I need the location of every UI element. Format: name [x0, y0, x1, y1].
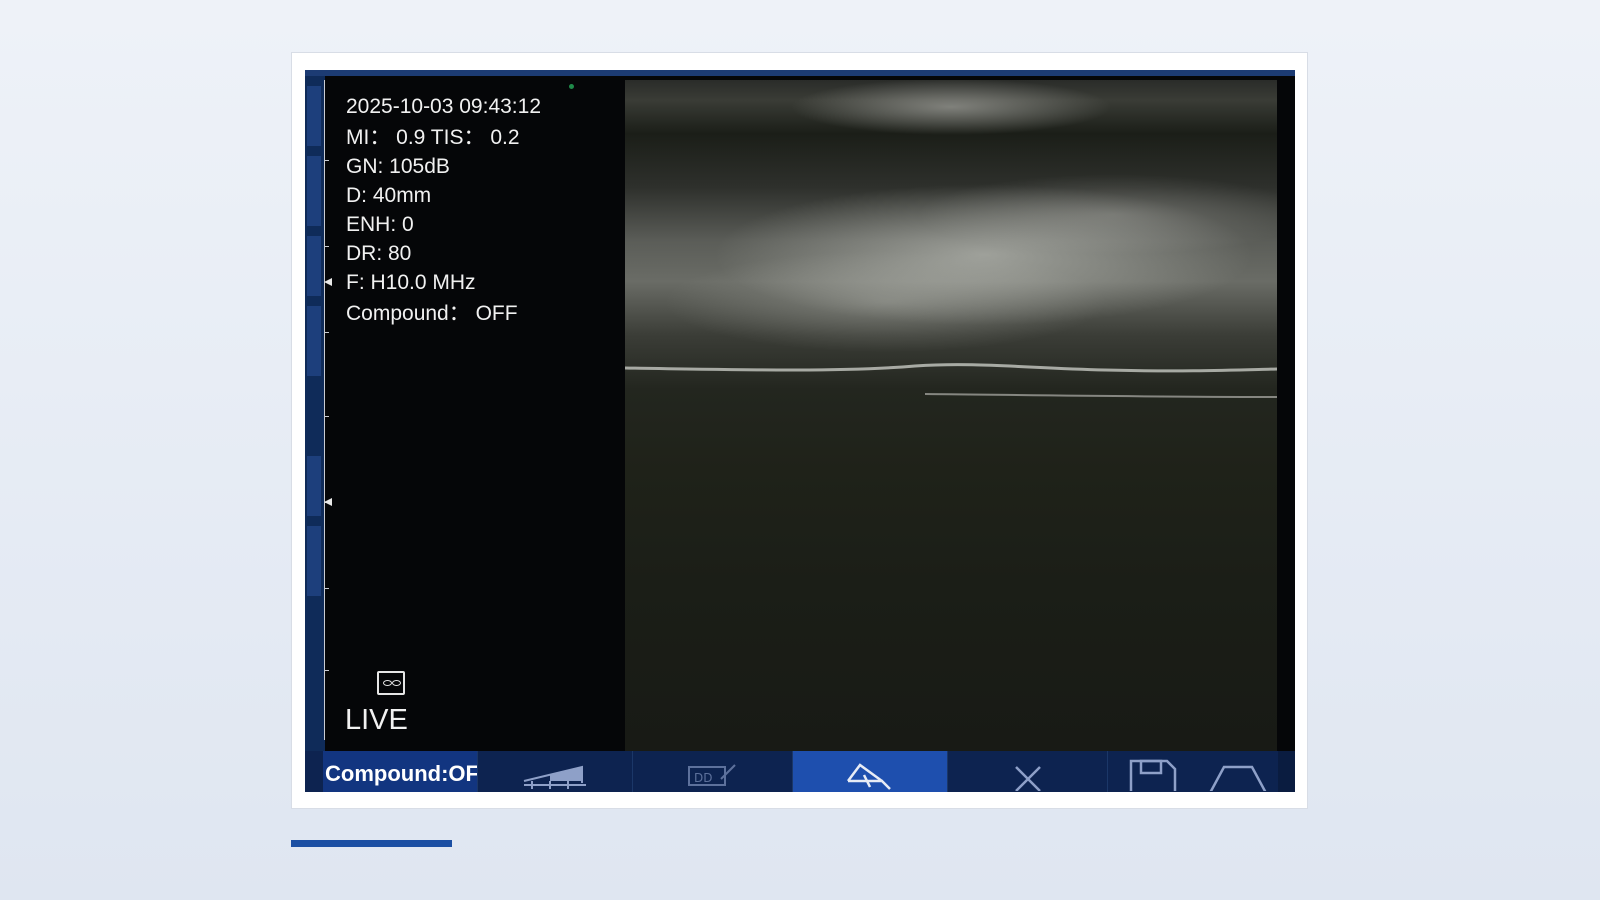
depth-tick — [324, 332, 329, 333]
cine-loop-icon — [377, 671, 405, 695]
gain-readout: GN: 105dB — [346, 155, 450, 178]
left-rail — [305, 76, 325, 751]
rail-segment — [307, 86, 321, 146]
focus-marker-icon — [324, 498, 332, 506]
frequency-readout: F: H10.0 MHz — [346, 271, 476, 294]
annotate-icon: DD — [687, 764, 736, 786]
depth-tick — [324, 246, 329, 247]
accent-bar — [291, 840, 452, 847]
depth-scale — [324, 80, 325, 740]
rail-segment — [307, 236, 321, 296]
image-card: 2025-10-03 09:43:12 MI： 0.9 TIS： 0.2 GN:… — [291, 52, 1308, 809]
ultrasound-image[interactable] — [625, 80, 1277, 752]
close-icon — [1014, 766, 1041, 791]
top-strip — [305, 70, 1295, 76]
depth-tick — [324, 160, 329, 161]
focus-marker-icon — [324, 278, 332, 286]
mi-tis-readout: MI： 0.9 TIS： 0.2 — [346, 126, 520, 149]
fascia-line — [924, 393, 1277, 398]
rail-segment — [307, 456, 321, 516]
annotate-button[interactable]: DD — [633, 751, 793, 792]
status-dot — [569, 84, 574, 89]
mode-label: LIVE — [345, 704, 408, 736]
probe-shape-button[interactable] — [1198, 751, 1278, 792]
rail-segment — [307, 526, 321, 596]
compound-readout: Compound： OFF — [346, 302, 518, 325]
rail-segment — [307, 306, 321, 376]
measure-icon — [847, 763, 891, 790]
dynamic-range-readout: DR: 80 — [346, 242, 412, 265]
svg-text:DD: DD — [694, 771, 712, 785]
depth-readout: D: 40mm — [346, 184, 432, 207]
gain-ramp-icon — [523, 765, 586, 789]
bottom-toolbar: Compound:OF DD — [305, 751, 1295, 792]
ultrasound-screen: 2025-10-03 09:43:12 MI： 0.9 TIS： 0.2 GN:… — [305, 70, 1295, 792]
fascia-line — [625, 363, 1277, 373]
toolbar-scroll-edge — [1278, 751, 1295, 792]
clear-button[interactable] — [948, 751, 1108, 792]
enhance-readout: ENH: 0 — [346, 213, 414, 236]
timestamp: 2025-10-03 09:43:12 — [346, 95, 541, 118]
depth-tick — [324, 588, 329, 589]
depth-tick — [324, 416, 329, 417]
compound-button[interactable]: Compound:OF — [323, 751, 478, 792]
gain-ramp-button[interactable] — [478, 751, 633, 792]
probe-shape-icon — [1209, 765, 1267, 791]
save-icon — [1129, 759, 1177, 791]
save-button[interactable] — [1108, 751, 1198, 792]
rail-segment — [307, 156, 321, 226]
depth-tick — [324, 670, 329, 671]
measure-button[interactable] — [793, 751, 948, 792]
